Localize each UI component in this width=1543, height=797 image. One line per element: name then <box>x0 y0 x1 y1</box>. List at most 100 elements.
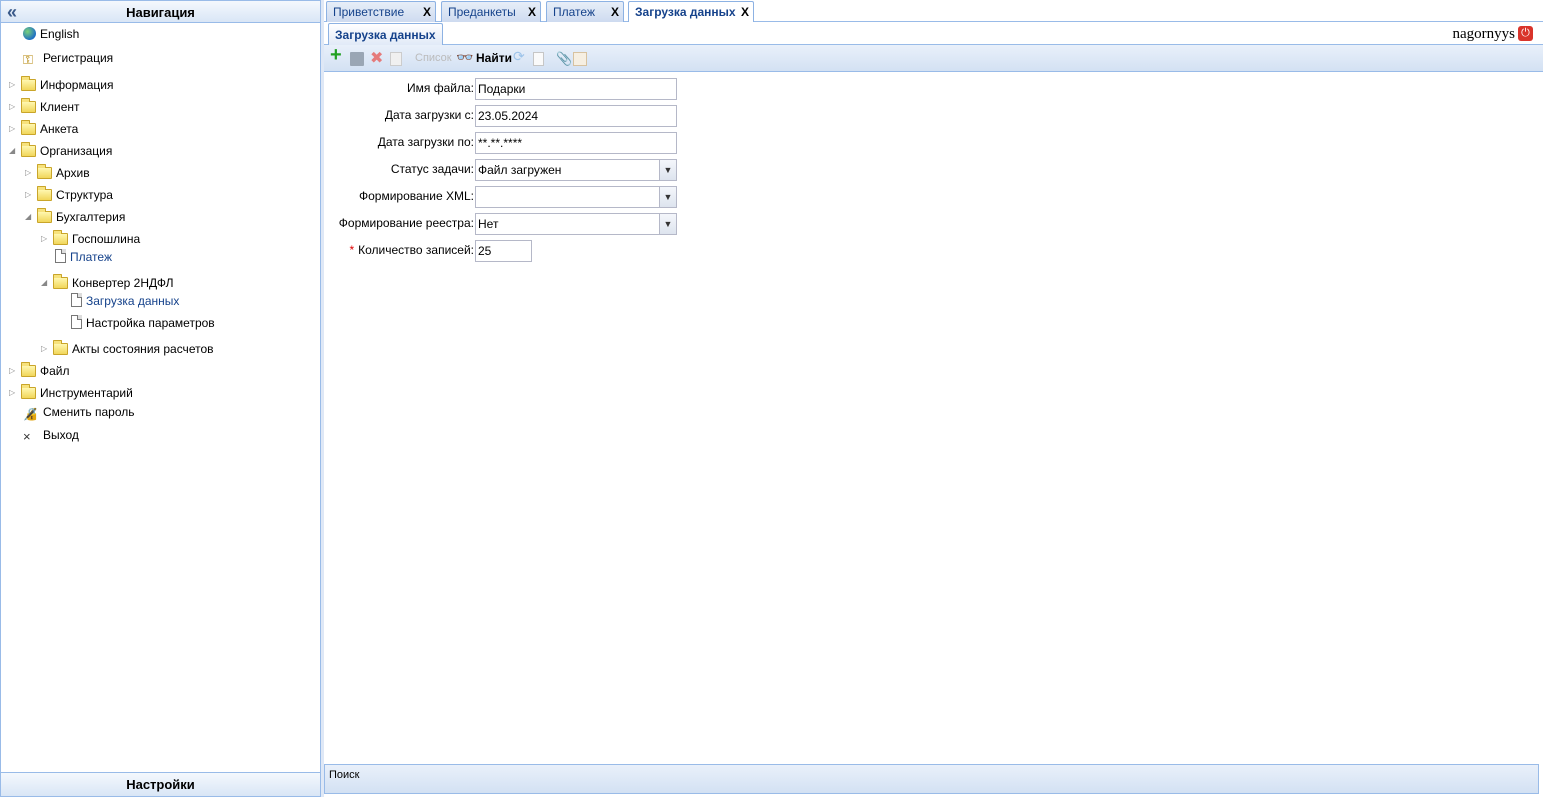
folder-icon <box>21 76 36 91</box>
date-from-label: Дата загрузки с: <box>384 108 474 122</box>
date-to-input[interactable] <box>475 132 677 154</box>
task-status-row: Статус задачи: <box>324 158 474 180</box>
expand-arrow-icon[interactable]: ▷ <box>9 361 19 381</box>
tab-bar: Приветствие X Преданкеты X Платеж X Загр… <box>324 0 1543 23</box>
close-icon: × <box>23 429 31 444</box>
expand-arrow-icon[interactable]: ▷ <box>41 229 51 249</box>
nav-item-client[interactable]: ▷ Клиент <box>9 97 80 117</box>
file-name-label: Имя файла: <box>407 81 474 95</box>
add-icon[interactable]: + <box>330 45 342 65</box>
task-status-select[interactable]: Файл загружен ▼ <box>475 159 677 181</box>
attachment-icon[interactable]: 📎 <box>556 50 572 67</box>
expand-arrow-icon[interactable]: ▷ <box>9 97 19 117</box>
expand-arrow-icon[interactable]: ▷ <box>9 119 19 139</box>
binoculars-icon[interactable]: 👓 <box>456 49 473 66</box>
navigation-tree: English ⚿ Регистрация ▷ Информация ▷ Клие… <box>1 24 320 772</box>
expand-arrow-icon[interactable]: ▷ <box>9 383 19 403</box>
tab-label: Платеж <box>553 5 595 19</box>
subtab-data-upload[interactable]: Загрузка данных <box>328 23 443 45</box>
copy-icon[interactable] <box>390 52 402 66</box>
folder-icon <box>53 340 68 355</box>
nav-item-structure[interactable]: ▷ Структура <box>25 185 113 205</box>
folder-icon <box>37 164 52 179</box>
registry-formation-value: Нет <box>478 217 499 231</box>
nav-item-data-upload[interactable]: Загрузка данных <box>71 291 179 311</box>
xml-formation-row: Формирование XML: <box>324 185 474 207</box>
tab-payment[interactable]: Платеж X <box>546 1 624 22</box>
data-upload-form: Имя файла: Дата загрузки с: Дата загрузк… <box>324 73 1543 764</box>
nav-item-converter-2ndfl[interactable]: ◢ Конвертер 2НДФЛ <box>41 273 173 293</box>
nav-item-information[interactable]: ▷ Информация <box>9 75 113 95</box>
tab-data-upload[interactable]: Загрузка данных X <box>628 1 754 23</box>
expand-arrow-icon[interactable]: ▷ <box>41 339 51 359</box>
search-label: Поиск <box>329 769 360 781</box>
new-document-icon[interactable] <box>533 52 544 66</box>
date-to-row: Дата загрузки по: <box>324 131 474 153</box>
nav-item-accounting[interactable]: ◢ Бухгалтерия <box>25 207 125 227</box>
folder-open-icon <box>21 142 36 157</box>
tab-pre-questionnaires[interactable]: Преданкеты X <box>441 1 541 22</box>
xml-formation-select[interactable]: ▼ <box>475 186 677 208</box>
tab-label: Загрузка данных <box>635 5 736 19</box>
nav-item-payment[interactable]: Платеж <box>55 247 112 267</box>
nav-item-archive[interactable]: ▷ Архив <box>25 163 90 183</box>
power-icon[interactable]: ⏻ <box>1518 26 1533 41</box>
nav-item-questionnaire[interactable]: ▷ Анкета <box>9 119 78 139</box>
close-tab-icon[interactable]: X <box>528 2 536 22</box>
navigation-panel: « Навигация English ⚿ Регистрация ▷ Инфор… <box>0 0 321 797</box>
sub-tab-bar: Загрузка данных nagornyys ⏻ <box>324 22 1543 45</box>
date-from-input[interactable] <box>475 105 677 127</box>
settings-panel-header[interactable]: Настройки <box>1 772 320 796</box>
nav-item-exit[interactable]: × Выход <box>23 425 79 445</box>
nav-item-organization[interactable]: ◢ Организация <box>9 141 112 161</box>
collapse-arrow-icon[interactable]: ◢ <box>41 273 51 293</box>
nav-item-settlement-acts[interactable]: ▷ Акты состояния расчетов <box>41 339 214 359</box>
document-icon <box>55 249 66 263</box>
tab-welcome[interactable]: Приветствие X <box>326 1 436 22</box>
username: nagornyys <box>1452 26 1516 42</box>
nav-item-registration[interactable]: ⚿ Регистрация <box>23 48 113 68</box>
record-count-label: * Количество записей: <box>324 239 474 261</box>
file-name-input[interactable] <box>475 78 677 100</box>
date-from-row: Дата загрузки с: <box>324 104 474 126</box>
refresh-icon[interactable]: ⟳ <box>513 48 525 65</box>
expand-arrow-icon[interactable]: ▷ <box>9 75 19 95</box>
registry-formation-label: Формирование реестра: <box>338 216 474 230</box>
task-status-label: Статус задачи: <box>390 162 474 176</box>
close-tab-icon[interactable]: X <box>741 2 749 22</box>
chevron-down-icon[interactable]: ▼ <box>659 187 676 207</box>
nav-item-parameter-settings[interactable]: Настройка параметров <box>71 313 215 333</box>
folder-open-icon <box>37 208 52 223</box>
nav-item-english[interactable]: English <box>23 24 79 44</box>
chevron-down-icon[interactable]: ▼ <box>659 214 676 234</box>
nav-item-state-fee[interactable]: ▷ Госпошлина <box>41 229 140 249</box>
find-button[interactable]: Найти <box>476 50 512 67</box>
chevron-down-icon[interactable]: ▼ <box>659 160 676 180</box>
folder-open-icon <box>53 274 68 289</box>
tab-label: Приветствие <box>333 5 405 19</box>
save-icon[interactable] <box>350 52 364 66</box>
close-tab-icon[interactable]: X <box>611 2 619 22</box>
expand-arrow-icon[interactable]: ▷ <box>25 185 35 205</box>
toolbar: + ✖ Список 👓 Найти ⟳ 📎 <box>324 45 1543 72</box>
registry-formation-select[interactable]: Нет ▼ <box>475 213 677 235</box>
globe-icon <box>23 27 36 40</box>
record-count-input[interactable] <box>475 240 532 262</box>
folder-icon <box>21 384 36 399</box>
collapse-arrow-icon[interactable]: ◢ <box>25 207 35 227</box>
delete-icon[interactable]: ✖ <box>370 50 383 67</box>
collapse-arrow-icon[interactable]: ◢ <box>9 141 19 161</box>
nav-item-change-password[interactable]: 🔏 Сменить пароль <box>23 402 135 422</box>
task-status-value: Файл загружен <box>478 163 562 177</box>
nav-item-file[interactable]: ▷ Файл <box>9 361 70 381</box>
search-status-bar: Поиск <box>324 764 1539 794</box>
expand-arrow-icon[interactable]: ▷ <box>25 163 35 183</box>
close-tab-icon[interactable]: X <box>423 2 431 22</box>
edit-icon[interactable] <box>573 52 587 66</box>
nav-item-tools[interactable]: ▷ Инструментарий <box>9 383 133 403</box>
collapse-double-chevron-icon[interactable]: « <box>7 1 17 23</box>
folder-icon <box>37 186 52 201</box>
registry-formation-row: Формирование реестра: <box>324 212 474 234</box>
list-button[interactable]: Список <box>415 50 452 67</box>
lock-document-icon: 🔏 <box>23 407 38 421</box>
